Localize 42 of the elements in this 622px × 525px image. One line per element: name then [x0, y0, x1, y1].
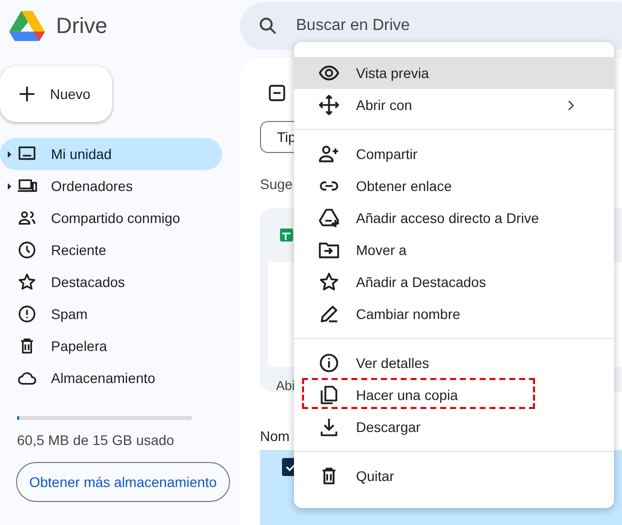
clock-icon	[17, 240, 37, 260]
menu-item[interactable]: Descargar	[294, 411, 614, 443]
section-title: Suge	[260, 176, 293, 192]
menu-item[interactable]: Abrir con	[294, 89, 614, 121]
sidebar-item[interactable]: Papelera	[0, 330, 222, 362]
star-icon	[318, 271, 340, 293]
drive-logo-icon	[8, 10, 46, 42]
drive-shortcut-icon	[318, 207, 340, 229]
menu-item[interactable]: Vista previa	[294, 57, 614, 89]
menu-item[interactable]: Compartir	[294, 138, 614, 170]
caret-icon[interactable]	[7, 150, 12, 158]
menu-item[interactable]: Mover a	[294, 234, 614, 266]
sidebar-item[interactable]: Compartido conmigo	[0, 202, 222, 234]
menu-item[interactable]: Cambiar nombre	[294, 298, 614, 330]
get-storage-button[interactable]: Obtener más almacenamiento	[16, 462, 230, 502]
column-header[interactable]: Nom	[260, 428, 290, 444]
pencil-icon	[318, 303, 340, 325]
menu-item[interactable]: Añadir acceso directo a Drive	[294, 202, 614, 234]
sidebar-item[interactable]: Destacados	[0, 266, 222, 298]
menu-item[interactable]: Hacer una copia	[294, 379, 614, 411]
move-arrows-icon	[318, 94, 340, 116]
download-icon	[318, 416, 340, 438]
storage-usage: 60,5 MB de 15 GB usado	[17, 432, 176, 448]
menu-item[interactable]: Obtener enlace	[294, 170, 614, 202]
sidebar-item[interactable]: Ordenadores	[0, 170, 222, 202]
caret-icon[interactable]	[7, 182, 12, 190]
add-person-icon	[318, 143, 340, 165]
alert-icon	[17, 304, 37, 324]
sidebar-item[interactable]: Almacenamiento	[0, 362, 222, 394]
new-button[interactable]: Nuevo	[0, 66, 112, 122]
card-caption: Abi	[276, 378, 295, 393]
copy-icon	[318, 384, 340, 406]
deselect-icon[interactable]	[268, 84, 286, 102]
app-title: Drive	[56, 13, 108, 39]
sidebar-item[interactable]: Spam	[0, 298, 222, 330]
sidebar-item[interactable]: Mi unidad	[0, 138, 222, 170]
menu-item[interactable]: Añadir a Destacados	[294, 266, 614, 298]
sidebar-item[interactable]: Reciente	[0, 234, 222, 266]
menu-item[interactable]: Ver detalles	[294, 347, 614, 379]
info-icon	[318, 352, 340, 374]
star-icon	[17, 272, 37, 292]
menu-item[interactable]: Quitar	[294, 460, 614, 492]
